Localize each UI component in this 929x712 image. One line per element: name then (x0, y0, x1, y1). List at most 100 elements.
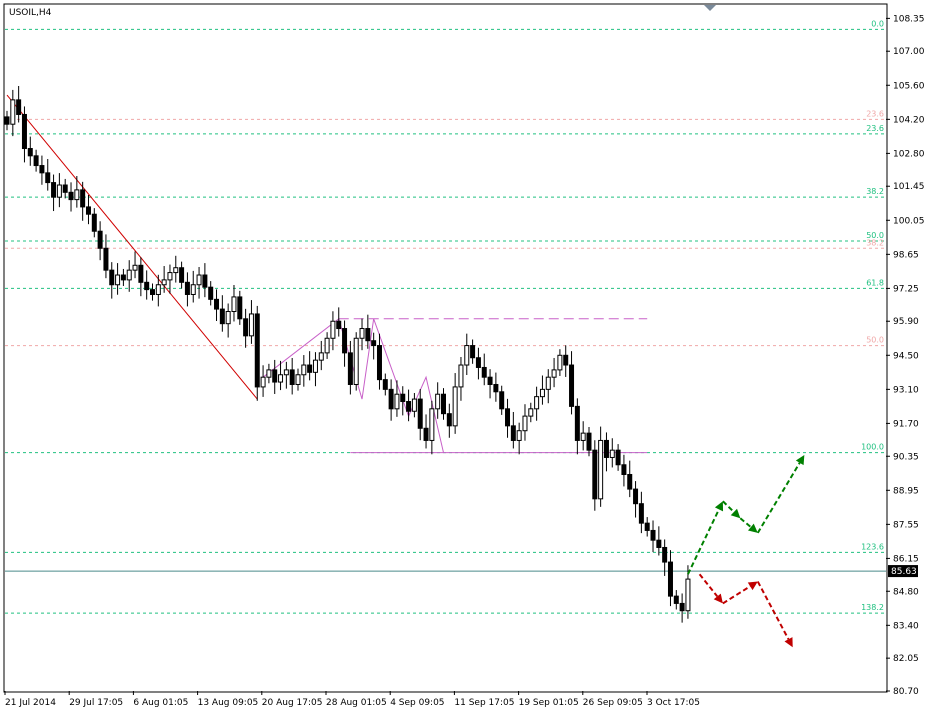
candle-body (347, 352, 353, 385)
candle-body (184, 281, 190, 295)
candle-body (27, 148, 33, 157)
candle-body (359, 328, 365, 339)
time-tick-label: 26 Sep 09:05 (583, 698, 643, 708)
candle-body (161, 279, 167, 286)
time-tick-label: 3 Oct 17:05 (647, 698, 700, 708)
price-tick-label: 107.00 (893, 47, 925, 57)
time-tick-label: 28 Aug 01:05 (326, 698, 387, 708)
price-tick-label: 97.25 (893, 284, 919, 294)
fib-secondary-label: 38.2 (866, 238, 884, 247)
candle-body (435, 393, 441, 410)
candle-body (272, 369, 278, 383)
candle-body (68, 191, 74, 201)
candle-body (528, 408, 534, 417)
fib-secondary-label: 23.6 (866, 109, 884, 118)
current-price-label: 85.63 (891, 567, 917, 577)
price-tick-label: 80.70 (893, 687, 919, 697)
candle-body (248, 313, 254, 337)
price-tick-label: 87.55 (893, 520, 919, 530)
candle-body (237, 296, 243, 320)
candle-body (464, 345, 470, 366)
candle-body (365, 328, 371, 342)
candle-body (225, 311, 231, 325)
candle-body (662, 546, 668, 563)
fib-level-label: 23.6 (866, 124, 884, 133)
fib-secondary-label: 50.0 (866, 336, 884, 345)
price-tick-label: 100.05 (893, 216, 925, 226)
candle-body (452, 386, 458, 427)
fib-level-label: 0.0 (871, 19, 884, 28)
price-tick-label: 88.95 (893, 486, 919, 496)
candle-body (150, 289, 155, 295)
candle-body (109, 269, 115, 286)
candle-body (545, 376, 551, 390)
candle-body (394, 393, 400, 410)
price-tick-label: 82.05 (893, 654, 919, 664)
candle-body (214, 298, 220, 310)
candle-body (557, 354, 563, 371)
candle-body (563, 354, 569, 366)
candle-body (388, 388, 394, 410)
price-tick-label: 102.80 (893, 149, 925, 159)
candle-body (633, 488, 639, 505)
candle-body (586, 432, 592, 451)
candle-body (650, 529, 656, 541)
candle-body (574, 405, 580, 441)
candle-body (382, 379, 388, 390)
candle-body (522, 415, 528, 432)
price-tick-label: 108.35 (893, 14, 925, 24)
candle-body (638, 503, 644, 524)
price-tick-label: 91.70 (893, 419, 919, 429)
candle-body (283, 369, 289, 376)
candle-body (458, 364, 464, 388)
price-tick-label: 94.50 (893, 351, 919, 361)
candle-body (417, 398, 423, 429)
candle-body (312, 359, 318, 373)
candle-body (97, 230, 103, 249)
candle-body (80, 189, 86, 208)
price-tick-label: 90.35 (893, 452, 919, 462)
fib-level-label: 61.8 (866, 278, 884, 287)
candle-body (371, 340, 377, 347)
symbol-label: USOIL,H4 (9, 8, 52, 18)
candle-body (120, 274, 126, 281)
candle-body (144, 281, 150, 291)
candle-body (138, 264, 144, 283)
candle-body (126, 269, 132, 281)
candle-body (621, 464, 627, 475)
price-tick-label: 93.10 (893, 385, 919, 395)
candle-body (301, 364, 307, 376)
candle-body (196, 274, 202, 286)
candle-body (56, 184, 62, 198)
candle-body (307, 364, 313, 373)
candle-body (74, 189, 80, 201)
candle-body (376, 345, 382, 381)
candle-body (21, 113, 27, 150)
candle-body (167, 272, 173, 281)
candle-body (103, 247, 109, 271)
candle-body (481, 366, 487, 378)
time-tick-label: 21 Jul 2014 (5, 698, 56, 708)
plot-frame (3, 3, 888, 693)
candle-body (470, 345, 476, 359)
price-tick-label: 104.20 (893, 115, 925, 125)
candle-body (429, 408, 435, 441)
candle-body (173, 267, 179, 274)
candle-body (685, 578, 691, 612)
price-tick-label: 84.80 (893, 587, 919, 597)
candle-body (289, 369, 295, 385)
candle-body (627, 473, 633, 490)
candle-body (278, 374, 284, 383)
price-tick-label: 83.40 (893, 621, 919, 631)
candle-body (336, 320, 342, 330)
time-tick-label: 4 Sep 09:05 (390, 698, 444, 708)
candle-body (219, 308, 225, 325)
candle-body (592, 449, 598, 500)
candle-body (446, 413, 452, 427)
candle-body (318, 352, 324, 361)
candle-body (539, 388, 545, 398)
candle-body (231, 296, 237, 313)
candle-body (243, 318, 249, 337)
candle-body (260, 376, 266, 388)
candle-body (609, 449, 615, 458)
